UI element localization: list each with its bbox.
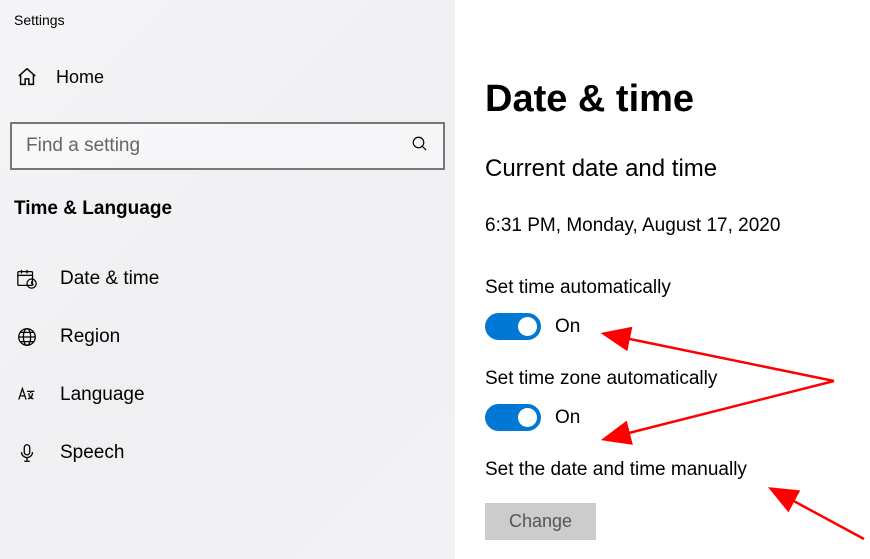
sidebar-item-label: Speech <box>60 442 124 464</box>
category-title: Time & Language <box>10 194 445 250</box>
search-input[interactable] <box>26 135 411 157</box>
set-time-auto-state: On <box>555 316 580 338</box>
set-time-auto-toggle[interactable] <box>485 313 541 340</box>
language-icon <box>16 384 38 406</box>
home-label: Home <box>56 67 104 88</box>
search-box[interactable] <box>10 122 445 170</box>
current-datetime: 6:31 PM, Monday, August 17, 2020 <box>485 215 870 237</box>
sidebar-item-label: Language <box>60 384 145 406</box>
set-zone-auto-state: On <box>555 407 580 429</box>
home-nav[interactable]: Home <box>10 58 445 102</box>
section-heading: Current date and time <box>485 155 870 183</box>
home-icon <box>16 66 38 88</box>
calendar-clock-icon <box>16 268 38 290</box>
sidebar-item-language[interactable]: Language <box>10 366 445 424</box>
sidebar-item-date-time[interactable]: Date & time <box>10 250 445 308</box>
sidebar-item-label: Region <box>60 326 120 348</box>
sidebar-item-label: Date & time <box>60 268 159 290</box>
set-time-auto-label: Set time automatically <box>485 277 870 299</box>
sidebar-item-region[interactable]: Region <box>10 308 445 366</box>
microphone-icon <box>16 442 38 464</box>
set-zone-auto-label: Set time zone automatically <box>485 368 870 390</box>
change-button[interactable]: Change <box>485 503 596 540</box>
search-icon <box>411 135 429 158</box>
sidebar-item-speech[interactable]: Speech <box>10 424 445 482</box>
globe-icon <box>16 326 38 348</box>
set-manual-label: Set the date and time manually <box>485 459 870 481</box>
set-zone-auto-toggle[interactable] <box>485 404 541 431</box>
app-title: Settings <box>10 12 445 58</box>
page-title: Date & time <box>485 78 870 121</box>
